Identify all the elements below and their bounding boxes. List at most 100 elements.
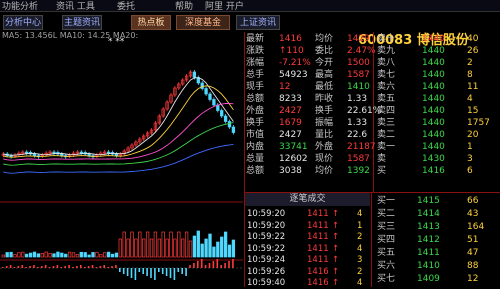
macd-bar bbox=[25, 267, 27, 268]
bid-row[interactable]: 买六 1410 88 bbox=[373, 260, 500, 273]
menu-item-tools[interactable]: 资讯 工具 bbox=[56, 0, 95, 12]
ask-row[interactable]: 卖七 1440 8 bbox=[375, 70, 500, 81]
bid-label: 买三 bbox=[377, 222, 396, 232]
tick-direction: ↑ bbox=[332, 243, 340, 254]
volume-bar bbox=[161, 231, 165, 258]
quote-value: 54923 bbox=[279, 70, 308, 80]
ask-row[interactable]: 卖五 1440 4 bbox=[375, 94, 500, 105]
tick-volume: 2 bbox=[357, 232, 363, 242]
tick-time: 10:59:40 bbox=[247, 278, 286, 288]
bid-row[interactable]: 买四 1412 51 bbox=[373, 234, 500, 247]
macd-bar bbox=[228, 261, 230, 268]
macd-bar bbox=[21, 265, 24, 268]
tick-row: 10:59:20 1411 ↑ 1 bbox=[245, 220, 370, 232]
ask-price: 1440 bbox=[422, 46, 445, 56]
macd-bar bbox=[111, 266, 113, 268]
macd-bar bbox=[13, 267, 16, 268]
tick-time: 10:59:22 bbox=[247, 232, 286, 242]
ma20-line bbox=[3, 102, 234, 161]
candle bbox=[204, 88, 208, 95]
ask-row[interactable]: 卖三 1440 1757 bbox=[375, 118, 500, 129]
bid-row[interactable]: 买三 1413 164 bbox=[373, 221, 500, 234]
tick-volume: 3 bbox=[357, 255, 363, 265]
tab-hot-board[interactable]: 热点板 bbox=[131, 15, 171, 30]
tab-topic-news[interactable]: 主题资讯 bbox=[62, 15, 102, 30]
bid-row[interactable]: 买五 1411 47 bbox=[373, 247, 500, 260]
ask-row[interactable]: 卖 1430 3 bbox=[375, 154, 500, 165]
ask-label: 卖一 bbox=[377, 142, 396, 152]
macd-bar bbox=[189, 265, 191, 268]
volume-bar bbox=[64, 253, 68, 258]
ask-row[interactable]: 买 1416 6 bbox=[375, 166, 500, 177]
ask-row[interactable]: 卖六 1440 11 bbox=[375, 82, 500, 93]
bid-row[interactable]: 买七 1409 12 bbox=[373, 273, 500, 286]
quote-label: 最高 bbox=[315, 70, 334, 80]
quote-label: 今开 bbox=[315, 58, 334, 68]
quote-value: 2.47% bbox=[347, 46, 376, 56]
bid-row[interactable]: 买二 1414 43 bbox=[373, 208, 500, 221]
quote-value: 1679 bbox=[279, 118, 302, 128]
volume-bar bbox=[231, 239, 236, 258]
macd-bar bbox=[60, 267, 63, 268]
quote-label: 最低 bbox=[315, 82, 334, 92]
tick-volume: 2 bbox=[357, 266, 363, 277]
quote-label: 均价 bbox=[315, 166, 334, 176]
candle bbox=[32, 153, 37, 156]
ask-row[interactable]: 卖十 1440 40 bbox=[375, 34, 500, 45]
menu-item-account[interactable]: 阿里 开户 bbox=[205, 0, 244, 12]
macd-bar bbox=[44, 265, 47, 268]
ask-volume: 11 bbox=[467, 82, 479, 92]
menu-item-trade[interactable]: 委托 bbox=[117, 0, 135, 12]
macd-bar bbox=[216, 259, 219, 268]
ask-row[interactable]: 卖九 1440 26 bbox=[375, 46, 500, 57]
quote-label: 现手 bbox=[246, 82, 265, 92]
menu-item-help[interactable]: 帮助 bbox=[175, 0, 193, 12]
quote-value: 1392 bbox=[347, 166, 370, 176]
volume-bar bbox=[60, 252, 64, 258]
tick-volume: 4 bbox=[357, 278, 363, 288]
volume-bar bbox=[145, 231, 150, 258]
ask-row[interactable]: 卖一 1440 1 bbox=[375, 142, 500, 153]
menu-item-analysis[interactable]: 功能分析 bbox=[2, 0, 38, 12]
ask-row[interactable]: 卖四 1440 15 bbox=[375, 106, 500, 117]
macd-bar bbox=[185, 268, 187, 276]
volume-bar bbox=[130, 231, 134, 258]
tick-price: 1411 bbox=[307, 209, 329, 219]
macd-bar bbox=[158, 268, 160, 272]
ask-label: 买 bbox=[377, 166, 387, 176]
candle bbox=[223, 115, 228, 122]
volume-bars-group bbox=[1, 230, 236, 258]
tab-sse-news[interactable]: 上证资讯 bbox=[236, 15, 280, 30]
volume-bar bbox=[91, 252, 95, 258]
quote-label: 外盘 bbox=[246, 106, 265, 116]
volume-bar bbox=[99, 254, 103, 258]
macd-bar bbox=[181, 268, 183, 274]
tab-depth-fund[interactable]: 深度基金 bbox=[176, 15, 230, 30]
ask-row[interactable]: 卖八 1440 2 bbox=[375, 58, 500, 69]
macd-bar bbox=[52, 266, 55, 268]
candle bbox=[79, 151, 83, 154]
tick-time: 10:59:20 bbox=[247, 220, 286, 231]
bid-label: 买七 bbox=[377, 274, 396, 284]
quote-label: 昨收 bbox=[315, 94, 334, 104]
tab-analysis-center[interactable]: 分析中心 bbox=[3, 15, 43, 30]
ask-price: 1430 bbox=[422, 154, 445, 164]
macd-bar bbox=[99, 266, 102, 268]
macd-bar bbox=[220, 265, 222, 268]
kline-chart[interactable]: MA5: 13.456L MA10: 14.25 MA20: * ** bbox=[0, 31, 243, 287]
quote-label: 振幅 bbox=[315, 118, 334, 128]
quote-value: 1429 bbox=[347, 34, 370, 44]
ask-price: 1416 bbox=[422, 166, 445, 176]
macd-bar bbox=[204, 265, 207, 268]
ask-row[interactable]: 卖二 1440 20 bbox=[375, 130, 500, 141]
ask-label: 卖十 bbox=[377, 34, 396, 44]
macd-bar bbox=[72, 267, 74, 268]
quote-value: 1.33 bbox=[347, 94, 368, 104]
ask-volume: 26 bbox=[467, 46, 479, 56]
quote-label: 总额 bbox=[246, 94, 265, 104]
macd-bar bbox=[232, 259, 234, 268]
ma10-line bbox=[3, 85, 234, 158]
quote-value: ↑110 bbox=[279, 46, 304, 56]
volume-bar bbox=[52, 253, 56, 258]
bid-row[interactable]: 买一 1415 66 bbox=[373, 195, 500, 208]
